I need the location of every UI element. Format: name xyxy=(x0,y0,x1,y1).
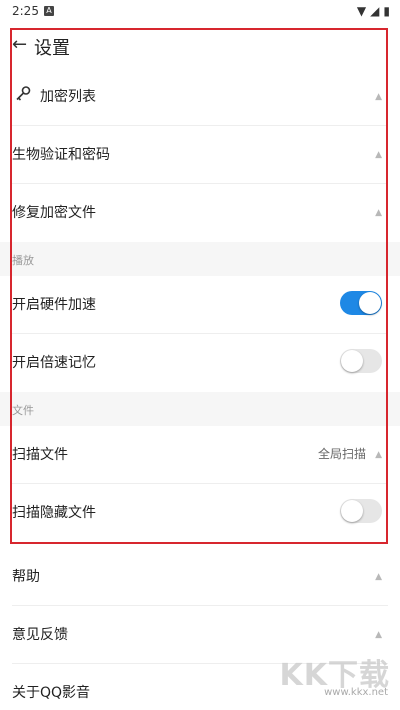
repair-encrypted-label: 修复加密文件 xyxy=(12,205,96,221)
section-title: 播放 xyxy=(12,254,34,267)
chevron-icon: ▲ xyxy=(375,450,382,460)
row-repair-encrypted[interactable]: 修复加密文件 ▲ xyxy=(0,184,400,242)
feedback-label: 意见反馈 xyxy=(12,627,68,643)
help-label: 帮助 xyxy=(12,569,40,585)
chevron-icon: ▲ xyxy=(375,572,382,582)
row-biometric-password[interactable]: 生物验证和密码 ▲ xyxy=(0,126,400,184)
back-arrow-icon[interactable]: ← xyxy=(12,34,27,55)
battery-icon: ▮ xyxy=(383,4,390,18)
notification-icon: A xyxy=(44,6,54,16)
page-title: 设置 xyxy=(34,38,70,59)
toggle-knob xyxy=(341,350,363,372)
scan-hidden-label: 扫描隐藏文件 xyxy=(12,505,96,521)
chevron-icon: ▲ xyxy=(375,208,382,218)
hardware-accel-label: 开启硬件加速 xyxy=(12,297,96,313)
chevron-icon: ▲ xyxy=(375,92,382,102)
row-speed-memory: 开启倍速记忆 xyxy=(0,334,400,392)
toggle-knob xyxy=(359,292,381,314)
signal-icon: ◢ xyxy=(370,4,380,18)
key-icon xyxy=(16,86,31,101)
hardware-accel-toggle[interactable] xyxy=(340,291,382,315)
row-encrypt-list[interactable]: 加密列表 ▲ xyxy=(0,68,400,126)
section-title: 文件 xyxy=(12,404,34,417)
chevron-icon: ▲ xyxy=(375,150,382,160)
row-hardware-accel: 开启硬件加速 xyxy=(0,276,400,334)
biometric-password-label: 生物验证和密码 xyxy=(12,147,110,163)
toggle-knob xyxy=(341,500,363,522)
encrypt-list-label: 加密列表 xyxy=(40,89,96,105)
row-scan-hidden: 扫描隐藏文件 xyxy=(0,484,400,542)
scan-files-label: 扫描文件 xyxy=(12,447,68,463)
scan-files-value: 全局扫描 xyxy=(317,447,366,461)
header: ← 设置 xyxy=(0,28,400,68)
row-scan-files[interactable]: 扫描文件 全局扫描 ▲ xyxy=(0,426,400,484)
section-files: 文件 xyxy=(0,392,400,426)
speed-memory-label: 开启倍速记忆 xyxy=(12,355,96,371)
wifi-icon: ▼ xyxy=(356,4,367,18)
status-time: 2:25 xyxy=(12,4,39,18)
section-playback: 播放 xyxy=(0,242,400,276)
row-help[interactable]: 帮助 ▲ xyxy=(0,548,400,606)
status-bar: 2:25 A ▼ ◢ ▮ xyxy=(0,0,400,24)
chevron-icon: ▲ xyxy=(375,630,382,640)
watermark-logo: KK下载 www.kkx.net xyxy=(270,650,390,698)
speed-memory-toggle[interactable] xyxy=(340,349,382,373)
status-icons: ▼ ◢ ▮ xyxy=(353,4,390,18)
watermark-url: www.kkx.net xyxy=(324,687,388,698)
about-label: 关于QQ影音 xyxy=(12,685,91,701)
scan-hidden-toggle[interactable] xyxy=(340,499,382,523)
